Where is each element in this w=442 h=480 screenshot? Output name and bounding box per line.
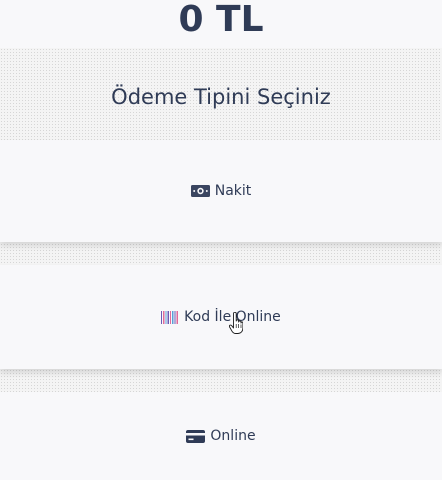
payment-option-cash[interactable]: Nakit (0, 140, 442, 242)
payment-type-title: Ödeme Tipini Seçiniz (111, 85, 331, 109)
payment-option-code-online-label: Kod İle Online (184, 309, 281, 325)
cash-icon (190, 185, 210, 197)
payment-option-code-online[interactable]: Kod İle Online (0, 265, 442, 369)
payment-option-online-label: Online (210, 428, 256, 444)
total-amount: 0 TL (0, 0, 442, 48)
payment-option-cash-label: Nakit (214, 183, 252, 199)
payment-option-online[interactable]: Online (0, 392, 442, 480)
total-amount-value: 0 TL (178, 0, 264, 40)
credit-card-icon (186, 429, 206, 443)
barcode-icon (161, 310, 179, 324)
